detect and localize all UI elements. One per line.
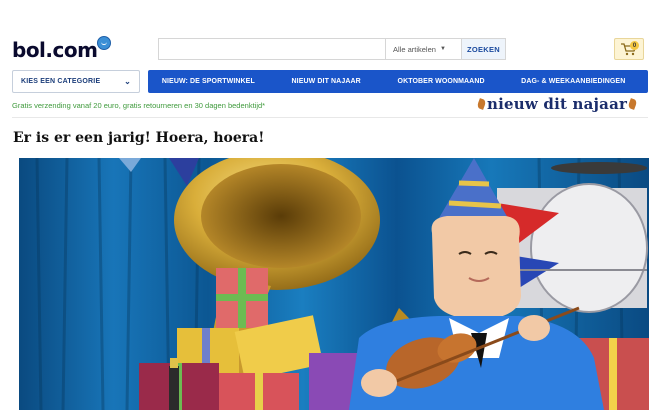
leaf-icon — [627, 98, 638, 110]
search-button[interactable]: ZOEKEN — [461, 39, 505, 59]
cart-count-badge: 0 — [630, 41, 639, 50]
search-scope-label: Alle artikelen — [393, 44, 436, 54]
category-dropdown[interactable]: KIES EEN CATEGORIE ⌄ — [12, 70, 140, 93]
leaf-icon — [476, 98, 487, 110]
category-dropdown-label: KIES EEN CATEGORIE — [21, 78, 101, 85]
search-scope-select[interactable]: Alle artikelen ▼ — [385, 39, 461, 59]
nav-item-nieuw-dit-najaar[interactable]: NIEUW DIT NAJAAR — [269, 78, 384, 85]
page-headline: Er is er een jarig! Hoera, hoera! — [13, 130, 265, 146]
search-input[interactable] — [159, 39, 385, 59]
cart-button[interactable]: 0 — [614, 38, 644, 60]
najaar-banner[interactable]: nieuw dit najaar — [476, 94, 638, 114]
hero-banner[interactable] — [19, 158, 649, 410]
logo-text[interactable]: bol.com — [12, 38, 98, 62]
nav-item-oktober-woonmaand[interactable]: OKTOBER WOONMAAND — [384, 78, 499, 85]
party-scene-illustration — [19, 158, 649, 410]
caret-down-icon: ▼ — [439, 46, 446, 52]
bol-logo[interactable]: bol.com — [12, 38, 98, 62]
shipping-promo-text[interactable]: Gratis verzending vanaf 20 euro, gratis … — [12, 101, 265, 110]
nav-item-aanbiedingen[interactable]: DAG- & WEEKAANBIEDINGEN — [499, 78, 648, 85]
najaar-banner-text: nieuw dit najaar — [487, 95, 628, 113]
chevron-down-icon: ⌄ — [124, 77, 131, 86]
main-nav: NIEUW: DE SPORTWINKEL NIEUW DIT NAJAAR O… — [148, 70, 648, 93]
logo-smile-icon — [97, 36, 111, 50]
search-bar: Alle artikelen ▼ ZOEKEN — [158, 38, 506, 60]
header-divider — [12, 117, 648, 118]
nav-item-sportwinkel[interactable]: NIEUW: DE SPORTWINKEL — [148, 78, 269, 85]
